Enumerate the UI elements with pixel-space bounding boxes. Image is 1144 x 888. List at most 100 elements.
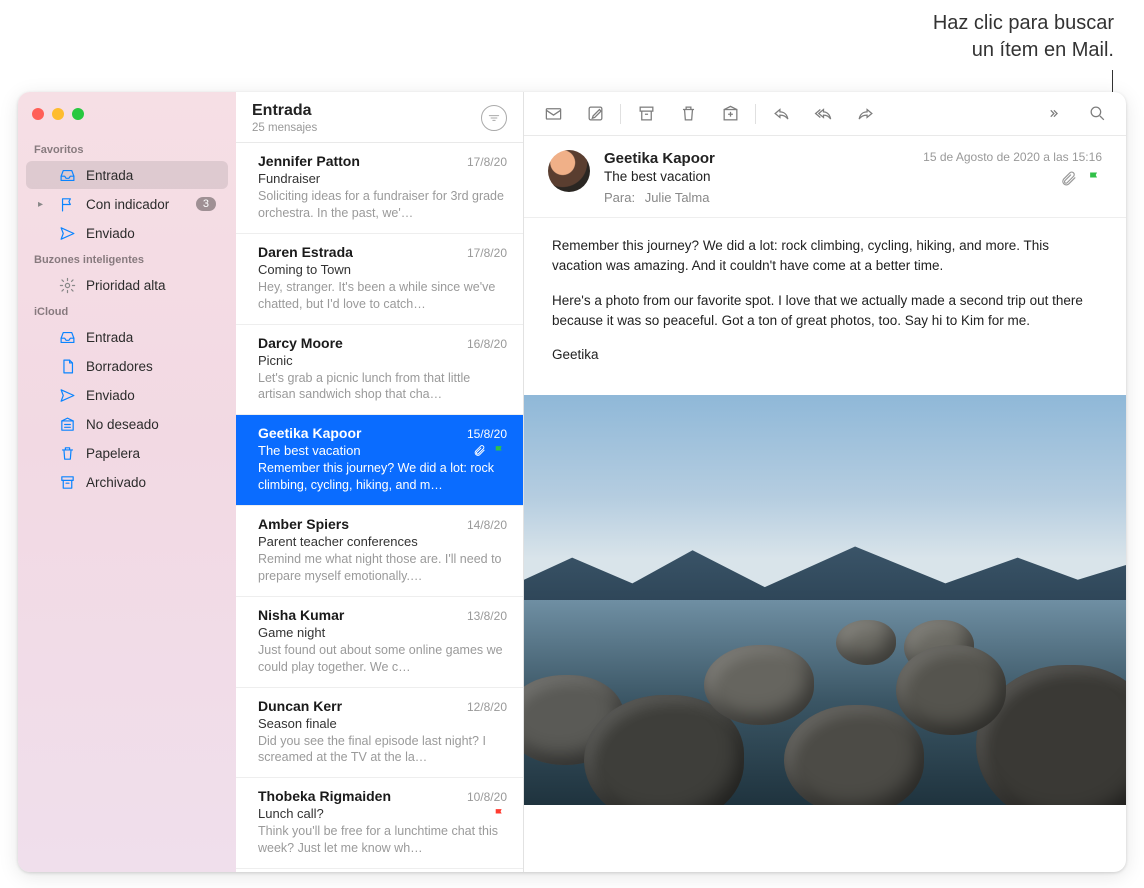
sidebar-item-label: Con indicador bbox=[86, 197, 186, 212]
message-timestamp: 15 de Agosto de 2020 a las 15:16 bbox=[923, 150, 1102, 164]
flag-icon bbox=[493, 807, 507, 821]
attachment-icon bbox=[473, 444, 487, 458]
preview: Let's grab a picnic lunch from that litt… bbox=[258, 370, 507, 404]
sidebar-item-flagged[interactable]: ▸ Con indicador 3 bbox=[26, 190, 228, 218]
sent-icon bbox=[58, 224, 76, 242]
flag-icon bbox=[493, 444, 507, 458]
subject: Picnic bbox=[258, 353, 507, 368]
sender: Geetika Kapoor bbox=[258, 425, 467, 441]
date: 10/8/20 bbox=[467, 790, 507, 804]
sender: Jennifer Patton bbox=[258, 153, 467, 169]
sidebar-item-entrada[interactable]: Entrada bbox=[26, 161, 228, 189]
chevron-right-icon: ▸ bbox=[38, 199, 48, 210]
body-paragraph: Here's a photo from our favorite spot. I… bbox=[552, 291, 1098, 332]
sidebar-item-label: Enviado bbox=[86, 388, 216, 403]
subject: Game night bbox=[258, 625, 507, 640]
attached-photo bbox=[524, 395, 1126, 805]
callout-line2: un ítem en Mail. bbox=[933, 37, 1114, 64]
message-count: 25 mensajes bbox=[252, 122, 481, 134]
sidebar-icloud-enviado[interactable]: Enviado bbox=[26, 381, 228, 409]
sent-icon bbox=[58, 386, 76, 404]
filter-button[interactable] bbox=[481, 105, 507, 131]
recipient-row: Para: Julie Talma bbox=[604, 190, 909, 205]
mail-window: Favoritos Entrada ▸ Con indicador 3 Envi… bbox=[18, 92, 1126, 872]
maximize-button[interactable] bbox=[72, 108, 84, 120]
get-mail-button[interactable] bbox=[534, 99, 572, 129]
search-button[interactable] bbox=[1078, 99, 1116, 129]
message-header: Geetika Kapoor The best vacation Para: J… bbox=[524, 136, 1126, 218]
sidebar-item-label: Prioridad alta bbox=[86, 278, 216, 293]
junk-button[interactable] bbox=[711, 99, 749, 129]
trash-icon bbox=[58, 444, 76, 462]
message-item[interactable]: Nisha Kumar13/8/20 Game night Just found o… bbox=[236, 597, 523, 688]
avatar bbox=[548, 150, 590, 192]
message-item[interactable]: Thobeka Rigmaiden10/8/20Lunch call?Think… bbox=[236, 778, 523, 869]
sidebar-item-enviado[interactable]: Enviado bbox=[26, 219, 228, 247]
message-item[interactable]: Darcy Moore16/8/20PicnicLet's grab a pic… bbox=[236, 325, 523, 416]
body-paragraph: Remember this journey? We did a lot: roc… bbox=[552, 236, 1098, 277]
sidebar-item-label: Enviado bbox=[86, 226, 216, 241]
date: 17/8/20 bbox=[467, 155, 507, 169]
message-list: Entrada 25 mensajes Jennifer Patton17/8/… bbox=[236, 92, 524, 872]
document-icon bbox=[58, 357, 76, 375]
sidebar-icloud-borradores[interactable]: Borradores bbox=[26, 352, 228, 380]
minimize-button[interactable] bbox=[52, 108, 64, 120]
subject: Season finale bbox=[258, 716, 507, 731]
message-subject: The best vacation bbox=[604, 169, 909, 184]
preview: Just found out about some online games w… bbox=[258, 642, 507, 676]
sidebar-icloud-papelera[interactable]: Papelera bbox=[26, 439, 228, 467]
inbox-icon bbox=[58, 166, 76, 184]
message-list-header: Entrada 25 mensajes bbox=[236, 92, 523, 143]
sidebar-item-priority[interactable]: Prioridad alta bbox=[26, 271, 228, 299]
sidebar-icloud-entrada[interactable]: Entrada bbox=[26, 323, 228, 351]
sidebar-item-label: Borradores bbox=[86, 359, 216, 374]
reply-all-button[interactable] bbox=[804, 99, 842, 129]
more-button[interactable] bbox=[1036, 99, 1074, 129]
section-icloud: iCloud bbox=[18, 300, 236, 322]
attachment-icon bbox=[1060, 170, 1077, 190]
close-button[interactable] bbox=[32, 108, 44, 120]
flag-icon bbox=[58, 195, 76, 213]
message-item[interactable]: Daren Estrada17/8/20Coming to TownHey, s… bbox=[236, 234, 523, 325]
subject: Fundraiser bbox=[258, 171, 507, 186]
reply-button[interactable] bbox=[762, 99, 800, 129]
reader-pane: Geetika Kapoor The best vacation Para: J… bbox=[524, 92, 1126, 872]
date: 15/8/20 bbox=[467, 427, 507, 441]
sender: Nisha Kumar bbox=[258, 607, 467, 623]
message-item[interactable]: Geetika Kapoor15/8/20The best vacation Re… bbox=[236, 415, 523, 506]
message-item[interactable]: Jennifer Patton17/8/20FundraiserSoliciti… bbox=[236, 143, 523, 234]
message-item[interactable]: Duncan Kerr12/8/20Season finaleDid you s… bbox=[236, 688, 523, 779]
compose-button[interactable] bbox=[576, 99, 614, 129]
junk-icon bbox=[58, 415, 76, 433]
archive-button[interactable] bbox=[627, 99, 665, 129]
message-item[interactable]: Amber Spiers14/8/20Parent teacher confer… bbox=[236, 506, 523, 597]
date: 12/8/20 bbox=[467, 700, 507, 714]
callout-line1: Haz clic para buscar bbox=[933, 10, 1114, 37]
sidebar-item-label: Entrada bbox=[86, 330, 216, 345]
preview: Think you'll be free for a lunchtime cha… bbox=[258, 823, 507, 857]
date: 17/8/20 bbox=[467, 246, 507, 260]
flag-icon bbox=[1087, 170, 1102, 190]
date: 14/8/20 bbox=[467, 518, 507, 532]
unread-badge: 3 bbox=[196, 197, 216, 211]
forward-button[interactable] bbox=[846, 99, 884, 129]
window-controls bbox=[18, 100, 236, 138]
sidebar-item-label: No deseado bbox=[86, 417, 216, 432]
preview: Remember this journey? We did a lot: roc… bbox=[258, 460, 507, 494]
separator bbox=[620, 104, 621, 124]
message-body: Remember this journey? We did a lot: roc… bbox=[524, 218, 1126, 389]
separator bbox=[755, 104, 756, 124]
sender: Daren Estrada bbox=[258, 244, 467, 260]
sender-name: Geetika Kapoor bbox=[604, 150, 909, 167]
subject: Parent teacher conferences bbox=[258, 534, 507, 549]
callout-text: Haz clic para buscar un ítem en Mail. bbox=[933, 10, 1114, 64]
subject: The best vacation bbox=[258, 443, 467, 458]
preview: Hey, stranger. It's been a while since w… bbox=[258, 279, 507, 313]
inbox-icon bbox=[58, 328, 76, 346]
sidebar-icloud-archivado[interactable]: Archivado bbox=[26, 468, 228, 496]
gear-icon bbox=[58, 276, 76, 294]
sidebar-icloud-nodeseado[interactable]: No deseado bbox=[26, 410, 228, 438]
body-signature: Geetika bbox=[552, 345, 1098, 365]
date: 13/8/20 bbox=[467, 609, 507, 623]
delete-button[interactable] bbox=[669, 99, 707, 129]
